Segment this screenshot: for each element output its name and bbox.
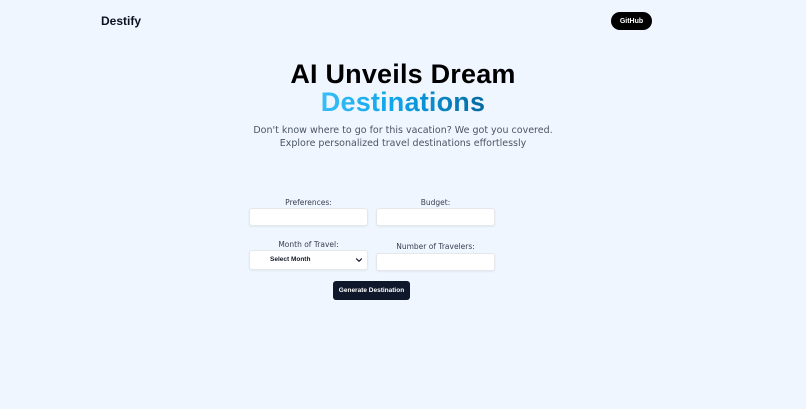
budget-field: Budget: xyxy=(376,198,495,226)
github-button[interactable]: GitHub xyxy=(611,12,652,30)
preferences-input[interactable] xyxy=(249,208,368,226)
budget-input[interactable] xyxy=(376,208,495,226)
hero-subtitle-line2: Explore personalized travel destinations… xyxy=(279,138,527,149)
month-select-value: Select Month xyxy=(270,256,311,263)
month-field: Month of Travel: Select Month xyxy=(249,240,368,270)
hero-subtitle: Don't know where to go for this vacation… xyxy=(0,124,806,150)
hero-title-line1: AI Unveils Dream xyxy=(290,59,516,89)
preferences-field: Preferences: xyxy=(249,198,368,226)
hero-title-line2: Destinations xyxy=(0,87,806,117)
preferences-label: Preferences: xyxy=(285,198,332,207)
travelers-input[interactable] xyxy=(376,253,495,271)
hero-title-highlight: Destinations xyxy=(320,87,486,117)
generate-destination-button[interactable]: Generate Destination xyxy=(333,281,410,300)
budget-label: Budget: xyxy=(420,198,451,207)
chevron-down-icon xyxy=(355,258,363,262)
brand-logo[interactable]: Destify xyxy=(101,14,141,28)
page: Destify GitHub AI Unveils Dream Destinat… xyxy=(0,0,806,409)
month-select[interactable]: Select Month xyxy=(249,250,368,270)
hero-subtitle-line1: Don't know where to go for this vacation… xyxy=(253,125,553,136)
travelers-field: Number of Travelers: xyxy=(376,242,495,271)
travelers-label: Number of Travelers: xyxy=(396,242,475,251)
month-label: Month of Travel: xyxy=(278,240,339,249)
